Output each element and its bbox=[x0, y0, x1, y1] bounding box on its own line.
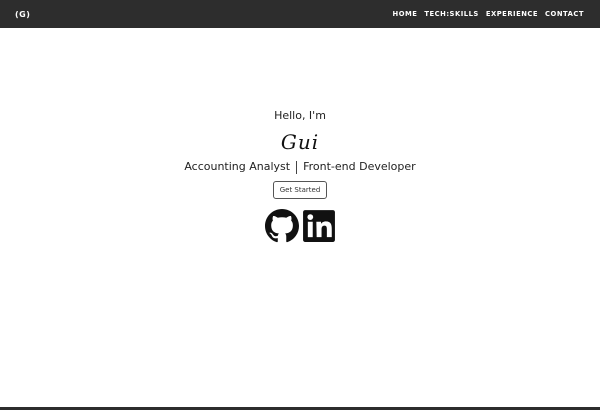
role-accounting: Accounting Analyst bbox=[184, 160, 291, 173]
greeting-text: Hello, I'm bbox=[274, 109, 326, 122]
linkedin-link[interactable] bbox=[302, 209, 336, 243]
nav-link-experience[interactable]: EXPERIENCE bbox=[486, 10, 538, 18]
get-started-button[interactable]: Get Started bbox=[272, 181, 328, 199]
nav-link-home[interactable]: HOME bbox=[393, 10, 418, 18]
brand-logo[interactable]: (G) bbox=[15, 10, 30, 19]
nav-link-tech-skills[interactable]: TECH:SKILLS bbox=[424, 10, 478, 18]
nav-links: HOME TECH:SKILLS EXPERIENCE CONTACT bbox=[393, 10, 585, 18]
role-divider bbox=[296, 160, 298, 174]
roles-line: Accounting Analyst Front-end Developer bbox=[184, 159, 416, 175]
hero-section: Hello, I'm Gui Accounting Analyst Front-… bbox=[0, 108, 600, 243]
nav-link-contact[interactable]: CONTACT bbox=[545, 10, 584, 18]
github-icon bbox=[264, 209, 299, 243]
navbar: (G) HOME TECH:SKILLS EXPERIENCE CONTACT bbox=[0, 0, 600, 28]
role-frontend: Front-end Developer bbox=[303, 160, 416, 173]
hero-name: Gui bbox=[280, 130, 320, 154]
github-link[interactable] bbox=[264, 209, 299, 243]
linkedin-icon bbox=[302, 210, 335, 242]
social-links bbox=[264, 209, 336, 243]
